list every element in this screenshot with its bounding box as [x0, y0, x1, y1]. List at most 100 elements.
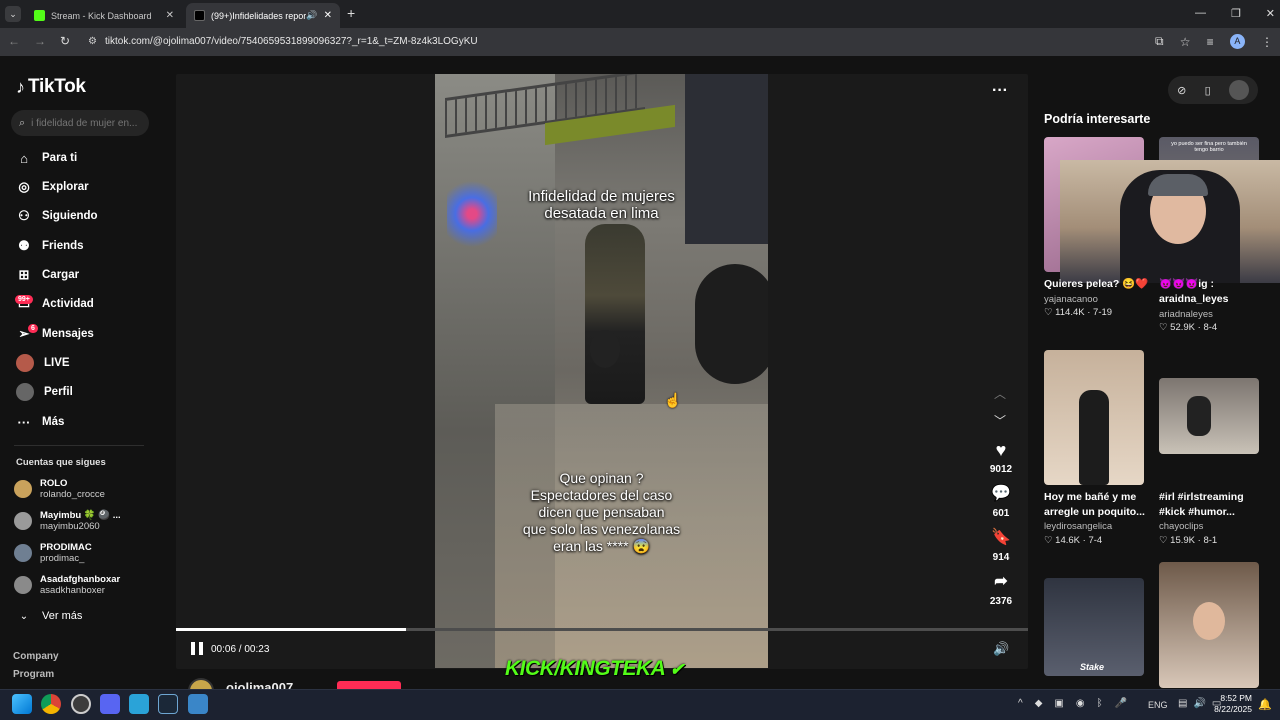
profile-avatar[interactable]: A	[1229, 34, 1245, 49]
see-more-label: Ver más	[42, 610, 83, 622]
media-controls-icon[interactable]: ≡	[1207, 35, 1214, 49]
more-options-icon[interactable]: ···	[992, 82, 1008, 100]
nav-para-ti[interactable]: ⌂ Para ti	[16, 146, 77, 170]
suggestion-title[interactable]: 😈😈😈ig : araidna_leyes	[1159, 277, 1269, 307]
followed-account[interactable]: Mayimbu 🍀 🎱 ... mayimbu2060	[14, 508, 121, 534]
search-input[interactable]	[31, 117, 144, 129]
tiktok-logo-icon: ♪	[16, 76, 25, 97]
suggestion-stats: ♡ 114.4K · 7-19	[1044, 307, 1113, 318]
save-action[interactable]: 🔖 914	[985, 528, 1017, 563]
device-icon[interactable]: ▯	[1205, 84, 1211, 97]
windows-start-icon[interactable]	[12, 694, 32, 714]
steam-icon[interactable]	[158, 694, 178, 714]
nav-friends[interactable]: ⚉ Friends	[16, 234, 83, 258]
followed-account[interactable]: Asadafghanboxar asadkhanboxer	[14, 572, 120, 598]
volume-icon[interactable]: 🔊	[993, 641, 1009, 657]
speaker-icon[interactable]: 🔊	[306, 10, 317, 21]
notepad-icon[interactable]	[129, 694, 149, 714]
language-indicator[interactable]: ENG	[1148, 700, 1168, 710]
bookmark-star-icon[interactable]: ☆	[1180, 35, 1191, 49]
obs-icon[interactable]	[71, 694, 91, 714]
account-handle: rolando_crocce	[40, 489, 105, 500]
site-info-icon[interactable]: ⚙	[88, 32, 97, 52]
forward-icon[interactable]: →	[34, 34, 46, 48]
nav-live[interactable]: LIVE	[16, 351, 70, 375]
avatar	[14, 544, 32, 562]
close-icon[interactable]: ✕	[324, 10, 332, 21]
discord-icon[interactable]	[100, 694, 120, 714]
account-handle: asadkhanboxer	[40, 585, 105, 596]
suggestion-user[interactable]: yajanacanoo	[1044, 293, 1098, 307]
explore-icon[interactable]: ⊘	[1177, 84, 1186, 97]
close-window-icon[interactable]: ✕	[1266, 7, 1275, 20]
upload-icon: ⊞	[18, 267, 30, 282]
activity-badge: 99+	[15, 295, 33, 304]
suggestion-thumbnail[interactable]	[1159, 562, 1259, 688]
avatar	[14, 576, 32, 594]
suggestion-title[interactable]: Hoy me bañé y me arregle un poquito...	[1044, 490, 1154, 520]
post-date: 7-19	[1093, 307, 1113, 318]
chevron-up-icon[interactable]: ^	[1018, 698, 1023, 709]
user-avatar[interactable]	[1228, 80, 1249, 100]
video-frame[interactable]: Infidelidad de mujeres desatada en lima …	[435, 74, 768, 668]
address-bar[interactable]: ⚙ tiktok.com/@ojolima007/video/754065953…	[80, 32, 1200, 52]
account-name: Asadafghanboxar	[40, 574, 121, 585]
nav-cargar[interactable]: ⊞ Cargar	[16, 263, 80, 287]
nav-mas[interactable]: ··· Más	[16, 410, 65, 434]
new-tab-button[interactable]: +	[347, 5, 355, 21]
footer-company-link[interactable]: Company	[13, 651, 59, 662]
like-count: 15.9K	[1170, 535, 1195, 546]
nav-perfil[interactable]: Perfil	[16, 380, 73, 404]
tab-tiktok[interactable]: (99+)Infidelidades reportad 🔊 ✕	[186, 3, 340, 28]
back-icon[interactable]: ←	[8, 34, 20, 48]
cast-icon[interactable]: ⧉	[1155, 34, 1164, 49]
restore-icon[interactable]: ❐	[1231, 7, 1241, 20]
clock-time: 8:52 PM	[1220, 693, 1252, 703]
followed-account[interactable]: ROLO rolando_crocce	[14, 476, 105, 502]
tab-kick-dashboard[interactable]: Stream - Kick Dashboard ✕	[26, 3, 182, 28]
account-handle: mayimbu2060	[40, 521, 100, 532]
more-icon: ···	[17, 414, 31, 430]
calculator-icon[interactable]	[188, 694, 208, 714]
tiktok-logo[interactable]: ♪ TikTok	[16, 76, 86, 98]
clock[interactable]: 8:52 PM 8/22/2025	[1212, 693, 1252, 715]
chevron-down-icon: ⌄	[19, 610, 29, 622]
pause-icon[interactable]	[191, 642, 203, 655]
footer-program-link[interactable]: Program	[13, 669, 54, 680]
like-action[interactable]: ♥ 9012	[985, 440, 1017, 475]
chevron-up-icon[interactable]: ︿	[994, 385, 1006, 402]
streamer-webcam	[1060, 160, 1280, 283]
suggestion-title[interactable]: #irl #irlstreaming #kick #humor...	[1159, 490, 1269, 520]
chevron-down-icon[interactable]: ﹀	[994, 412, 1006, 429]
tab-search-button[interactable]: ⌄	[5, 6, 21, 22]
bluetooth-icon[interactable]: ᛒ	[1097, 698, 1103, 709]
following-icon: ⚇	[18, 208, 30, 223]
chrome-icon[interactable]	[41, 694, 61, 714]
suggestion-user[interactable]: leydirosangelica	[1044, 520, 1112, 534]
tray-app-icon[interactable]: ◉	[1076, 698, 1085, 709]
suggestion-thumbnail[interactable]: Stake	[1044, 578, 1144, 676]
suggestion-thumbnail[interactable]	[1044, 350, 1144, 485]
tray-app-icon[interactable]: ▣	[1054, 698, 1063, 709]
nav-explorar[interactable]: ◎ Explorar	[16, 175, 88, 199]
close-icon[interactable]: ✕	[166, 10, 174, 21]
followed-account[interactable]: PRODIMAC prodimac_	[14, 540, 92, 566]
avatar	[14, 480, 32, 498]
nav-siguiendo[interactable]: ⚇ Siguiendo	[16, 204, 97, 228]
share-action[interactable]: ➦ 2376	[985, 572, 1017, 607]
suggestion-title[interactable]: Quieres pelea? 😆❤️	[1044, 277, 1148, 292]
suggestion-user[interactable]: ariadnaleyes	[1159, 308, 1213, 322]
tab-title: Stream - Kick Dashboard	[51, 10, 152, 21]
menu-icon[interactable]: ⋮	[1261, 35, 1273, 49]
tray-app-icon[interactable]: ◆	[1035, 698, 1043, 709]
search-box[interactable]: ⌕	[11, 110, 149, 136]
suggestion-thumbnail[interactable]	[1159, 378, 1259, 454]
minimize-icon[interactable]: —	[1195, 7, 1206, 20]
see-more-button[interactable]: ⌄ Ver más	[16, 604, 83, 628]
live-avatar-icon	[16, 354, 34, 372]
comment-action[interactable]: 💬 601	[985, 484, 1017, 519]
mic-icon[interactable]: 🎤	[1115, 698, 1127, 709]
suggestion-user[interactable]: chayoclips	[1159, 520, 1203, 534]
reload-icon[interactable]: ↻	[60, 34, 70, 48]
notification-bell-icon[interactable]: 🔔	[1258, 698, 1272, 711]
